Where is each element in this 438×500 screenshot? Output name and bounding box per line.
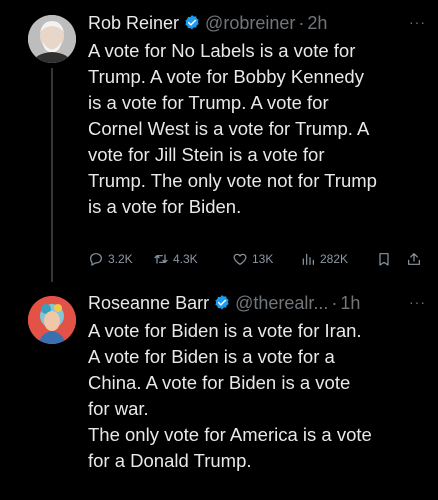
- reply-button[interactable]: 3.2K: [88, 251, 133, 267]
- avatar[interactable]: [28, 15, 76, 63]
- views-icon: [302, 253, 314, 265]
- like-count: 13K: [252, 252, 274, 266]
- verified-badge-icon: [215, 295, 229, 310]
- author-name[interactable]: Rob Reiner: [88, 13, 179, 34]
- avatar[interactable]: [28, 296, 76, 344]
- author-handle[interactable]: @therealr...: [235, 293, 328, 314]
- tweet-timestamp[interactable]: 2h: [307, 13, 327, 34]
- bookmark-button[interactable]: [376, 251, 396, 267]
- views-button[interactable]: 282K: [300, 251, 348, 267]
- author-handle[interactable]: @robreiner: [205, 13, 295, 34]
- like-button[interactable]: 13K: [232, 251, 273, 267]
- tweet-roseanne-barr[interactable]: Roseanne Barr @therealr... · 1h ··· A vo…: [0, 282, 438, 500]
- thread-line: [51, 68, 53, 282]
- separator-dot: ·: [298, 12, 305, 33]
- tweet-header: Rob Reiner @robreiner · 2h: [88, 10, 327, 36]
- more-options-icon[interactable]: ···: [409, 294, 426, 310]
- author-name[interactable]: Roseanne Barr: [88, 293, 209, 314]
- separator-dot: ·: [331, 292, 338, 313]
- tweet-timestamp[interactable]: 1h: [340, 293, 360, 314]
- avatar-image: [28, 15, 76, 63]
- tweet-header: Roseanne Barr @therealr... · 1h: [88, 290, 360, 316]
- tweet-rob-reiner[interactable]: Rob Reiner @robreiner · 2h ··· A vote fo…: [0, 0, 438, 282]
- retweet-button[interactable]: 4.3K: [153, 251, 198, 267]
- more-options-icon[interactable]: ···: [409, 14, 426, 30]
- avatar-image: [28, 296, 76, 344]
- tweet-text: A vote for Biden is a vote for Iran. A v…: [88, 320, 372, 471]
- share-button[interactable]: [406, 251, 426, 267]
- tweet-text: A vote for No Labels is a vote for Trump…: [88, 40, 377, 217]
- retweet-count: 4.3K: [173, 252, 198, 266]
- tweet-actions: 3.2K 4.3K 13K 282K: [88, 249, 428, 271]
- verified-badge-icon: [185, 15, 199, 30]
- timeline-feed: Rob Reiner @robreiner · 2h ··· A vote fo…: [0, 0, 438, 500]
- reply-icon: [90, 253, 102, 267]
- share-icon: [408, 253, 420, 265]
- views-count: 282K: [320, 252, 349, 266]
- retweet-icon: [154, 254, 168, 264]
- reply-count: 3.2K: [108, 252, 133, 266]
- bookmark-icon: [379, 253, 389, 266]
- heart-icon: [233, 253, 247, 265]
